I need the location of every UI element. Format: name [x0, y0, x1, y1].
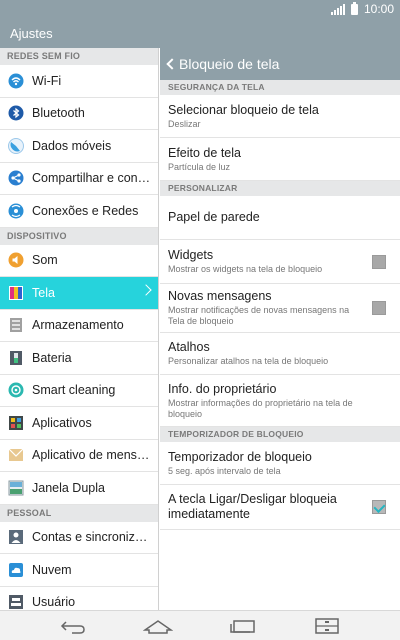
new-messages-checkbox[interactable]	[372, 301, 386, 315]
back-icon[interactable]	[58, 617, 88, 635]
sidebar-item-label: Bluetooth	[32, 106, 85, 121]
section-header: REDES SEM FIO	[0, 48, 158, 65]
apps-icon	[8, 415, 24, 431]
section-header: DISPOSITIVO	[0, 227, 158, 245]
section-header: PERSONALIZAR	[160, 181, 400, 196]
owner-info[interactable]: Info. do proprietário Mostrar informaçõe…	[160, 375, 400, 427]
wallpaper[interactable]: Papel de parede	[160, 196, 400, 240]
setting-subtitle: 5 seg. após intervalo de tela	[168, 465, 281, 476]
sidebar-item-apps[interactable]: Aplicativos	[0, 407, 158, 440]
widgets-checkbox[interactable]	[372, 254, 386, 269]
sidebar-item-label: Armazenamento	[32, 318, 124, 333]
sidebar-item-smart-cleaning[interactable]: Smart cleaning	[0, 375, 158, 407]
storage-icon	[8, 317, 24, 333]
status-bar: 10:00	[0, 0, 400, 18]
setting-title: Papel de parede	[168, 210, 260, 224]
setting-subtitle: Personalizar atalhos na tela de bloqueio	[168, 356, 329, 366]
widgets[interactable]: Widgets Mostrar os widgets na tela de bl…	[160, 240, 400, 284]
sidebar-item-label: Usuário	[32, 595, 76, 610]
sidebar-item-wifi[interactable]: Wi-Fi	[0, 65, 158, 98]
back-arrow-icon	[166, 58, 178, 70]
sidebar-item-label: Smart cleaning	[32, 383, 116, 398]
sidebar-item-accounts[interactable]: Contas e sincroniza…	[0, 522, 158, 554]
sidebar-item-user[interactable]: Usuário	[0, 587, 158, 611]
sidebar-item-label: Contas e sincroniza…	[32, 530, 152, 545]
power-key-locks-checkbox[interactable]	[372, 500, 386, 514]
sidebar-item-label: Dados móveis	[32, 138, 112, 153]
battery-icon	[8, 350, 24, 366]
sidebar-item-label: Som	[32, 253, 58, 268]
setting-subtitle: Mostrar notificações de novas mensagens …	[168, 305, 350, 326]
back-header[interactable]: Bloqueio de tela	[160, 48, 400, 80]
sidebar-item-cloud[interactable]: Nuvem	[0, 554, 158, 587]
cloud-icon	[8, 562, 24, 578]
app-title-bar: Ajustes	[0, 18, 400, 48]
sidebar-item-label: Compartilhar e con…	[32, 171, 151, 186]
recent-apps-icon[interactable]	[228, 617, 258, 635]
app-title: Ajustes	[10, 26, 53, 41]
sidebar-item-battery[interactable]: Bateria	[0, 342, 158, 375]
setting-title: Novas mensagens	[168, 289, 272, 303]
display-icon	[8, 285, 24, 301]
power-key-locks[interactable]: A tecla Ligar/Desligar bloqueia imediata…	[160, 485, 400, 530]
sidebar-item-label: Tela	[32, 285, 55, 300]
lock-timer[interactable]: Temporizador de bloqueio 5 seg. após int…	[160, 442, 400, 485]
smart-cleaning-icon	[8, 382, 24, 398]
settings-sidebar: REDES SEM FIO Wi-Fi Bluetooth Dados móve…	[0, 48, 159, 610]
networks-icon	[8, 203, 24, 219]
section-header: SEGURANÇA DA TELA	[160, 80, 400, 95]
sidebar-item-bluetooth[interactable]: Bluetooth	[0, 98, 158, 130]
sidebar-item-sound[interactable]: Som	[0, 245, 158, 277]
sidebar-item-networks[interactable]: Conexões e Redes	[0, 195, 158, 228]
chevron-right-icon	[140, 284, 152, 296]
battery-status-icon	[350, 1, 358, 15]
setting-title: Temporizador de bloqueio	[168, 449, 312, 464]
setting-title: A tecla Ligar/Desligar bloqueia imediata…	[168, 492, 337, 521]
setting-title: Atalhos	[168, 340, 210, 354]
page-title: Bloqueio de tela	[179, 56, 280, 72]
setting-title: Selecionar bloqueio de tela	[168, 102, 319, 117]
sidebar-item-label: Aplicativos	[32, 415, 92, 430]
sidebar-item-label: Aplicativo de mens…	[32, 448, 150, 463]
setting-title: Efeito de tela	[168, 145, 241, 160]
wifi-icon	[8, 73, 24, 89]
sidebar-item-storage[interactable]: Armazenamento	[0, 310, 158, 342]
accounts-icon	[8, 529, 24, 545]
dual-window-icon	[8, 480, 24, 496]
signal-icon	[330, 3, 345, 15]
sidebar-item-mobile-data[interactable]: Dados móveis	[0, 130, 158, 163]
bluetooth-icon	[8, 105, 24, 121]
setting-subtitle: Partícula de luz	[168, 161, 231, 172]
share-icon	[8, 170, 24, 186]
menu-icon[interactable]	[312, 617, 342, 635]
sidebar-item-display[interactable]: Tela	[0, 277, 158, 310]
home-icon[interactable]	[142, 617, 174, 635]
sidebar-item-messaging[interactable]: Aplicativo de mens…	[0, 440, 158, 472]
clock: 10:00	[363, 2, 394, 16]
setting-subtitle: Mostrar informações do proprietário na t…	[168, 397, 353, 419]
user-icon	[8, 594, 24, 610]
setting-title: Widgets	[168, 248, 214, 262]
messaging-icon	[8, 447, 24, 463]
mobile-data-icon	[8, 137, 24, 154]
navigation-bar	[0, 610, 400, 640]
setting-title: Info. do proprietário	[168, 381, 277, 396]
sidebar-item-label: Nuvem	[32, 562, 72, 577]
sidebar-item-dual-window[interactable]: Janela Dupla	[0, 472, 158, 505]
setting-subtitle: Mostrar os widgets na tela de bloqueio	[168, 264, 323, 274]
new-messages[interactable]: Novas mensagens Mostrar notificações de …	[160, 284, 400, 333]
sidebar-item-label: Wi-Fi	[32, 73, 62, 88]
sidebar-item-label: Bateria	[32, 350, 72, 365]
section-header: TEMPORIZADOR DE BLOQUEIO	[160, 427, 400, 442]
select-screen-lock[interactable]: Selecionar bloqueio de tela Deslizar	[160, 95, 400, 138]
lock-screen-settings-pane: Bloqueio de tela SEGURANÇA DA TELA Selec…	[160, 48, 400, 610]
sidebar-item-label: Conexões e Redes	[32, 203, 139, 218]
sidebar-item-share[interactable]: Compartilhar e con…	[0, 163, 158, 195]
setting-subtitle: Deslizar	[168, 118, 201, 129]
screen-effect[interactable]: Efeito de tela Partícula de luz	[160, 138, 400, 181]
section-header: PESSOAL	[0, 504, 158, 522]
sidebar-item-label: Janela Dupla	[32, 480, 105, 495]
sound-icon	[8, 252, 24, 268]
shortcuts[interactable]: Atalhos Personalizar atalhos na tela de …	[160, 333, 400, 375]
